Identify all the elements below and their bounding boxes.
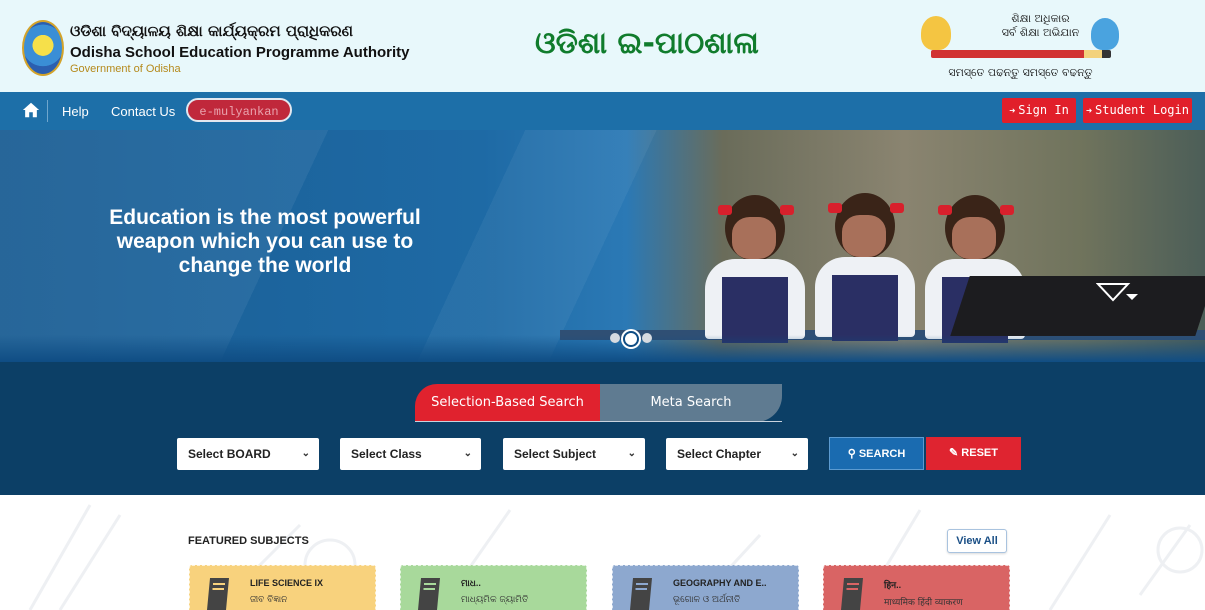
banner-bottom-fade	[0, 335, 1205, 362]
subject-card-title: GEOGRAPHY AND E..	[673, 578, 767, 588]
student-figure	[810, 193, 920, 343]
subject-card-title: LIFE SCIENCE IX	[250, 578, 324, 588]
featured-subjects-heading: FEATURED SUBJECTS	[188, 535, 309, 547]
subject-card[interactable]: LIFE SCIENCE IX ଜୀବ ବିଜ୍ଞାନ	[189, 565, 376, 610]
subject-card-subtitle: ଜୀବ ବିଜ୍ଞାନ	[250, 595, 288, 605]
chapter-select[interactable]: Select Chapter ⌄	[666, 438, 808, 470]
subject-card[interactable]: हिन.. माध्यमिक हिंदी व्याकरण	[823, 565, 1010, 610]
search-panel: Selection-Based Search Meta Search Selec…	[0, 362, 1205, 495]
student-login-label: Student Login	[1095, 103, 1189, 117]
slogan-line-2: weapon which you can use to	[116, 230, 414, 253]
carousel-dot[interactable]	[610, 333, 620, 343]
laptop-image	[950, 276, 1205, 336]
nav-divider	[47, 100, 48, 122]
carousel-dot-active[interactable]	[623, 331, 639, 347]
org-name-english: Odisha School Education Programme Author…	[70, 44, 410, 61]
subject-card-title: हिन..	[884, 580, 902, 590]
featured-subjects-section: FEATURED SUBJECTS View All LIFE SCIENCE …	[0, 495, 1205, 610]
e-mulyankan-button[interactable]: e-mulyankan	[186, 98, 292, 122]
subject-card-subtitle: ମାଧ୍ୟମିକ ଜ୍ୟାମିତି	[461, 595, 529, 605]
org-name-odia: ଓଡିଶା ବିଦ୍ୟାଳୟ ଶିକ୍ଷା କାର୍ଯ୍ୟକ୍ରମ ପ୍ରାଧି…	[70, 22, 353, 40]
view-all-button[interactable]: View All	[947, 529, 1007, 553]
help-link[interactable]: Help	[62, 104, 89, 119]
book-icon	[630, 578, 652, 610]
reset-icon: ✎	[949, 447, 959, 459]
ssa-logo: ଶିକ୍ଷା ଅଧିକାର ସର୍ବ ଶିକ୍ଷା ଅଭିଯାନ ସମସ୍ତେ …	[913, 10, 1128, 86]
slogan-line-1: Education is the most powerful	[109, 206, 421, 229]
sign-in-label: Sign In	[1018, 103, 1069, 117]
board-select[interactable]: Select BOARD ⌄	[177, 438, 319, 470]
class-select[interactable]: Select Class ⌄	[340, 438, 481, 470]
site-header: ଓଡିଶା ବିଦ୍ୟାଳୟ ଶିକ୍ଷା କାର୍ଯ୍ୟକ୍ରମ ପ୍ରାଧି…	[0, 0, 1205, 92]
subject-select[interactable]: Select Subject ⌄	[503, 438, 645, 470]
banner-slogan: Education is the most powerful weapon wh…	[30, 206, 500, 278]
chapter-select-value: Select Chapter	[677, 447, 762, 461]
chevron-down-icon: ⌄	[463, 448, 472, 459]
subject-card[interactable]: ମାଧ.. ମାଧ୍ୟମିକ ଜ୍ୟାମିତି	[400, 565, 587, 610]
board-select-value: Select BOARD	[188, 447, 271, 461]
search-button-label: SEARCH	[858, 448, 906, 460]
subject-card[interactable]: GEOGRAPHY AND E.. ଭୂଗୋଳ ଓ ଅର୍ଥନୀତି	[612, 565, 799, 610]
reset-button-label: RESET	[961, 447, 998, 459]
hero-carousel: Education is the most powerful weapon wh…	[0, 130, 1205, 362]
ssa-text-line1: ଶିକ୍ଷା ଅଧିକାର	[1011, 12, 1070, 25]
subject-card-subtitle: माध्यमिक हिंदी व्याकरण	[884, 598, 963, 608]
chevron-down-icon: ⌄	[627, 448, 636, 459]
contact-us-link[interactable]: Contact Us	[111, 104, 175, 119]
ssa-text-line3: ସମସ୍ତେ ପଢନ୍ତୁ ସମସ୍ତେ ବଢନ୍ତୁ	[948, 66, 1093, 79]
home-icon[interactable]	[22, 101, 40, 119]
subject-select-value: Select Subject	[514, 447, 597, 461]
play-triangle-icon	[1096, 283, 1138, 302]
student-login-button[interactable]: ➜ Student Login	[1083, 98, 1192, 123]
student-figure	[700, 195, 810, 345]
background-doodle	[28, 504, 1204, 610]
top-navbar: Help Contact Us e-mulyankan ➜ Sign In ➜ St…	[0, 92, 1205, 130]
reset-button[interactable]: ✎ RESET	[926, 437, 1021, 470]
tab-underline	[415, 421, 782, 422]
carousel-dot[interactable]	[642, 333, 652, 343]
subject-card-title: ମାଧ..	[461, 578, 481, 588]
site-title: ଓଡିଶା ଇ-ପାଠଶାଳା	[535, 26, 759, 61]
class-select-value: Select Class	[351, 447, 422, 461]
government-label: Government of Odisha	[70, 63, 181, 75]
chevron-down-icon: ⌄	[790, 448, 799, 459]
tab-meta-search[interactable]: Meta Search	[600, 384, 782, 422]
ssa-text-line2: ସର୍ବ ଶିକ୍ଷା ଅଭିଯାନ	[1001, 26, 1080, 39]
search-icon: ⚲	[847, 448, 856, 460]
chevron-down-icon: ⌄	[301, 448, 310, 459]
osepa-logo[interactable]	[22, 20, 64, 76]
slogan-line-3: change the world	[178, 254, 352, 277]
book-icon	[841, 578, 863, 610]
search-button[interactable]: ⚲ SEARCH	[829, 437, 924, 470]
tab-selection-based-search[interactable]: Selection-Based Search	[415, 384, 600, 422]
subject-card-subtitle: ଭୂଗୋଳ ଓ ଅର୍ଥନୀତି	[673, 595, 741, 605]
pencil-icon	[931, 50, 1111, 58]
book-icon	[418, 578, 440, 610]
sign-in-icon: ➜	[1086, 106, 1093, 117]
sign-in-button[interactable]: ➜ Sign In	[1002, 98, 1076, 123]
book-icon	[207, 578, 229, 610]
sign-in-icon: ➜	[1009, 106, 1016, 117]
